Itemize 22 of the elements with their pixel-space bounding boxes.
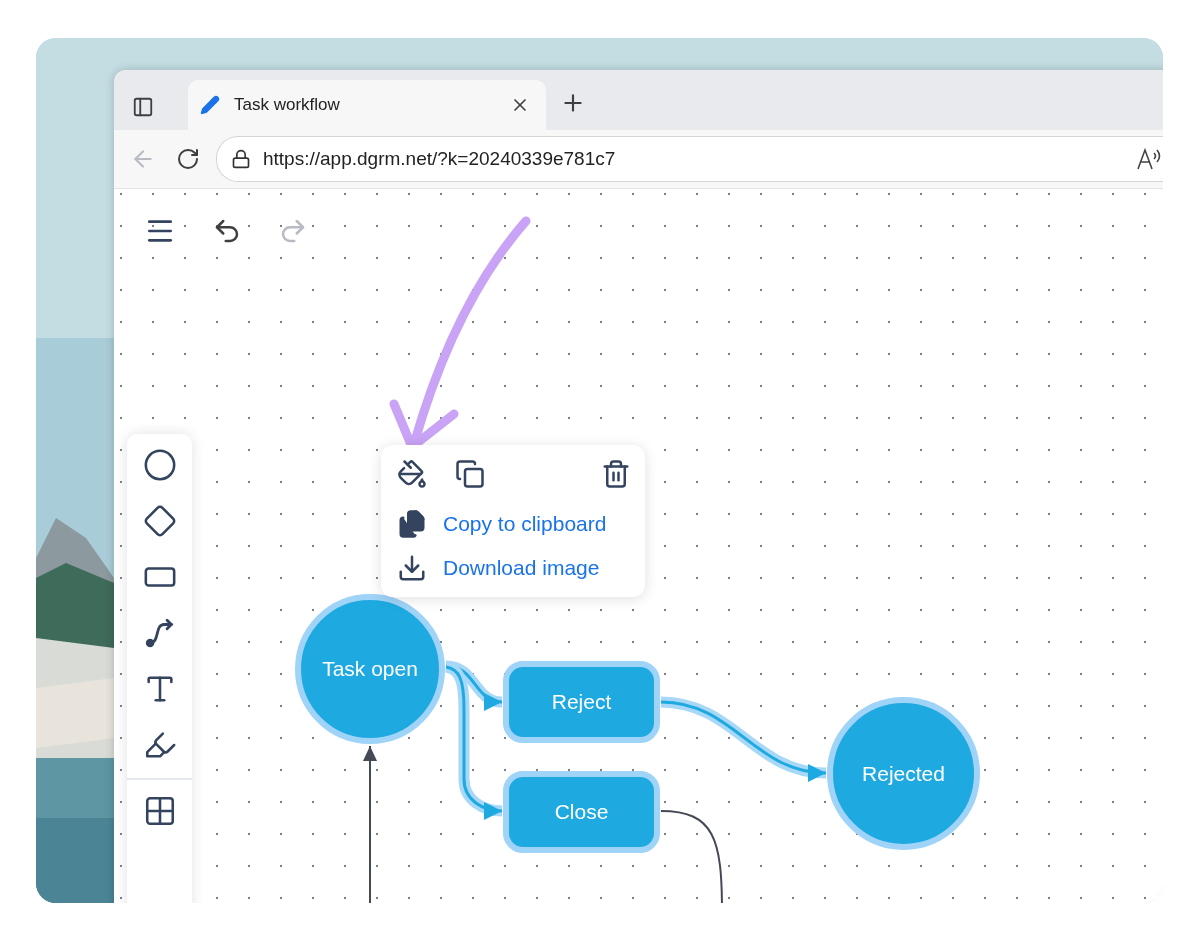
browser-tab[interactable]: Task workflow [188,80,546,130]
connector-line[interactable] [660,810,723,903]
connector-line[interactable] [363,745,377,903]
lock-icon [231,149,251,169]
rounded-rect-node[interactable]: Reject [503,661,660,743]
pencil-icon [200,95,220,115]
tab-title: Task workflow [234,95,341,115]
read-aloud-icon[interactable] [1136,147,1162,171]
download-icon [397,553,427,583]
menu-item[interactable]: Download image [397,549,631,587]
menu-item[interactable]: Copy to clipboard [397,505,631,543]
url-text: https://app.dgrm.net/?k=20240339e781c7 [263,148,617,170]
circle-node[interactable]: Task open [295,594,445,744]
diamond-tool-icon[interactable] [142,504,177,538]
trash-icon[interactable] [601,459,631,489]
circle-node[interactable]: Rejected [827,697,980,850]
copy-icon[interactable] [455,459,485,489]
copy-icon [397,509,427,539]
address-field[interactable]: https://app.dgrm.net/?k=20240339e781c7 [216,136,1163,182]
paint-bucket-icon[interactable] [397,459,427,489]
rounded-rect-node[interactable]: Close [503,771,660,853]
circle-tool-icon[interactable] [142,448,177,482]
